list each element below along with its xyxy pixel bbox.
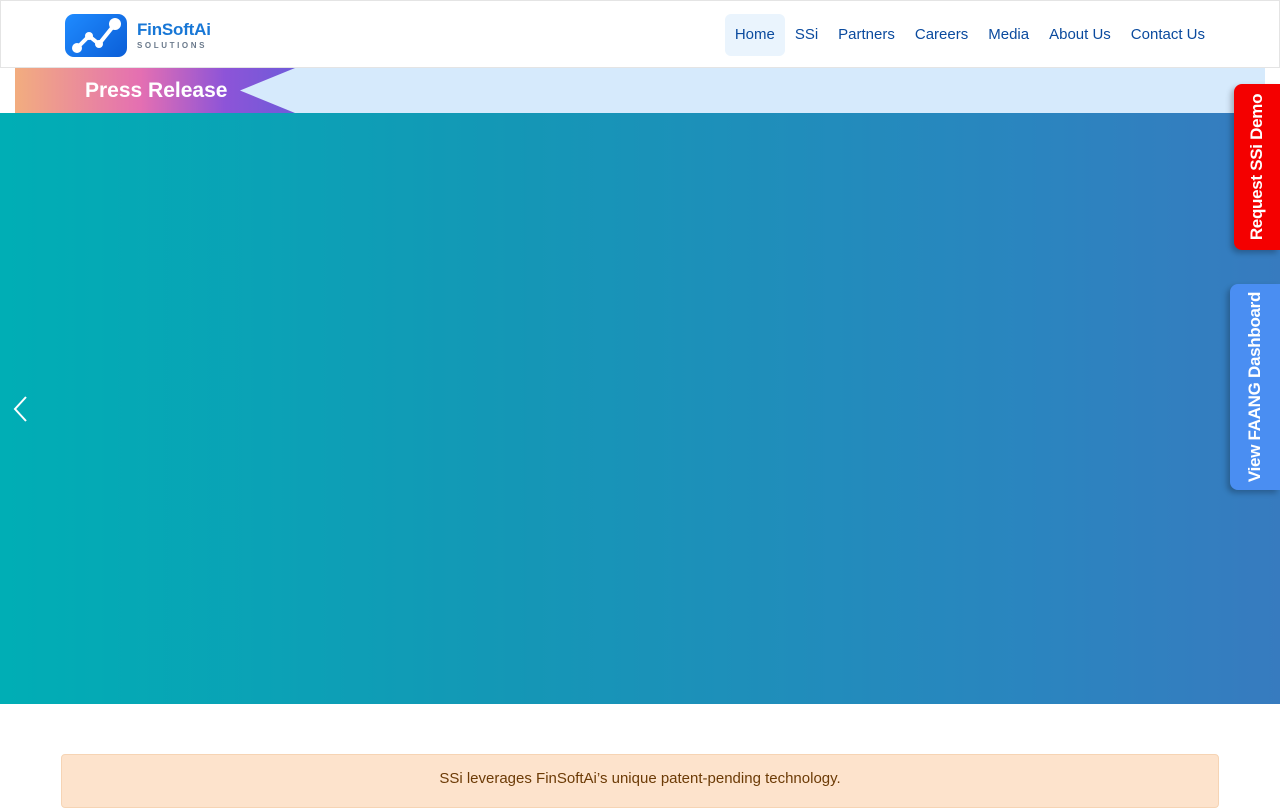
nav-careers[interactable]: Careers xyxy=(905,14,978,56)
press-release-ticker: Press Release xyxy=(15,68,1265,113)
top-navbar: FinSoftAi SOLUTIONS Home SSi Partners Ca… xyxy=(0,0,1280,68)
view-faang-dashboard-button[interactable]: View FAANG Dashboard xyxy=(1230,284,1280,490)
hero-carousel xyxy=(0,113,1280,704)
nav-contact-us[interactable]: Contact Us xyxy=(1121,14,1215,56)
nav-ssi[interactable]: SSi xyxy=(785,14,828,56)
press-release-label: Press Release xyxy=(85,79,228,102)
nav-home[interactable]: Home xyxy=(724,14,785,56)
request-demo-label: Request SSi Demo xyxy=(1247,93,1267,241)
request-ssi-demo-button[interactable]: Request SSi Demo xyxy=(1234,84,1280,250)
logo-chart-icon xyxy=(65,13,127,57)
main-nav: Home SSi Partners Careers Media About Us… xyxy=(724,14,1215,56)
brand-subtitle: SOLUTIONS xyxy=(137,40,208,50)
chevron-left-icon[interactable] xyxy=(10,394,32,424)
faang-dashboard-label: View FAANG Dashboard xyxy=(1245,291,1264,483)
nav-partners[interactable]: Partners xyxy=(828,14,905,56)
nav-about-us[interactable]: About Us xyxy=(1039,14,1121,56)
brand-name: FinSoftAi xyxy=(137,19,211,39)
notice-text: SSi leverages FinSoftAi’s unique patent-… xyxy=(439,770,841,787)
brand-logo[interactable]: FinSoftAi SOLUTIONS xyxy=(65,13,211,57)
nav-media[interactable]: Media xyxy=(978,14,1039,56)
